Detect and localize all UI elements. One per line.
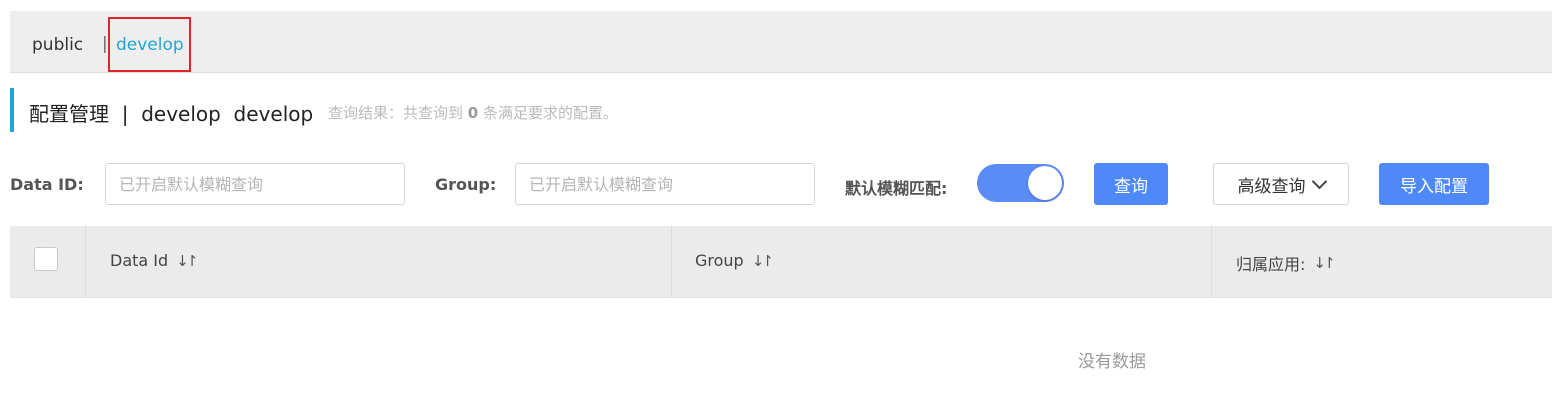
namespace-develop[interactable]: develop (116, 34, 184, 56)
advanced-query-button[interactable]: 高级查询 (1213, 163, 1349, 205)
column-group: Group ↓↾ (672, 226, 1212, 298)
namespace-separator: | (102, 34, 108, 54)
column-app: 归属应用: ↓↾ (1212, 226, 1552, 298)
result-count: 0 (467, 104, 479, 122)
group-label: Group: (435, 175, 497, 194)
group-input[interactable] (515, 163, 815, 205)
column-data-id-label: Data Id (110, 251, 169, 270)
query-result-summary: 查询结果：共查询到 0 条满足要求的配置。 (328, 102, 618, 123)
namespace-public[interactable]: public (32, 34, 83, 56)
fuzzy-match-toggle[interactable] (977, 164, 1064, 202)
result-suffix: 条满足要求的配置。 (483, 104, 619, 122)
namespace-id: develop (233, 102, 314, 126)
chevron-down-icon (1311, 173, 1327, 189)
sort-icon[interactable]: ↓↾ (1313, 254, 1335, 272)
page-title-separator: | (121, 102, 129, 126)
namespace-name: develop (141, 102, 221, 126)
sort-icon[interactable]: ↓↾ (176, 252, 198, 270)
advanced-query-label: 高级查询 (1237, 176, 1306, 197)
page-title-text: 配置管理 (29, 102, 109, 126)
title-accent-bar (10, 88, 14, 132)
toggle-knob (1028, 166, 1062, 200)
table-header: Data Id ↓↾ Group ↓↾ 归属应用: ↓↾ (10, 226, 1552, 298)
page-header: 配置管理 | develop develop 查询结果：共查询到 0 条满足要求… (10, 88, 1110, 132)
column-app-label: 归属应用: (1236, 255, 1306, 274)
page-title: 配置管理 | develop develop (29, 98, 313, 127)
import-config-button[interactable]: 导入配置 (1379, 163, 1489, 205)
empty-state-text: 没有数据 (1078, 352, 1146, 372)
data-id-input[interactable] (105, 163, 405, 205)
result-prefix: 查询结果：共查询到 (328, 104, 464, 122)
table-body: 没有数据 (10, 298, 1552, 415)
data-id-label: Data ID: (10, 175, 84, 194)
fuzzy-match-label: 默认模糊匹配: (845, 179, 948, 198)
column-group-label: Group (695, 251, 744, 270)
column-data-id: Data Id ↓↾ (86, 226, 672, 298)
namespace-bar: public | develop (10, 11, 1552, 73)
select-all-checkbox[interactable] (34, 247, 58, 271)
query-button[interactable]: 查询 (1094, 163, 1168, 205)
select-all-cell (10, 226, 86, 298)
sort-icon[interactable]: ↓↾ (752, 252, 774, 270)
